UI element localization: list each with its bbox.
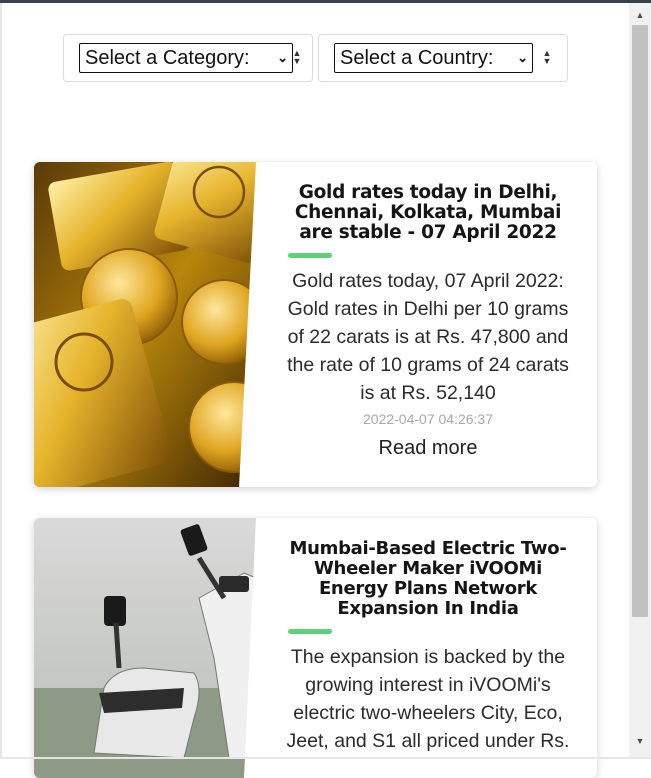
category-select[interactable]: Select a Category: ⌄ — [79, 43, 293, 73]
card-body: Gold rates today in Delhi, Chennai, Kolk… — [280, 162, 576, 460]
scroll-up-arrow-icon[interactable]: ▲ — [629, 5, 651, 25]
title-accent-bar — [288, 629, 332, 634]
chevron-down-icon: ⌄ — [517, 50, 528, 65]
card-image — [34, 162, 256, 487]
card-description: Gold rates today, 07 April 2022: Gold ra… — [287, 270, 569, 404]
card-image — [34, 518, 256, 778]
sort-arrows-icon: ▲ ▼ — [292, 48, 302, 66]
country-filter-box: Select a Country: ⌄ ▲ ▼ — [318, 34, 568, 82]
card-title[interactable]: Gold rates today in Delhi, Chennai, Kolk… — [280, 183, 576, 243]
category-filter-box: Select a Category: ⌄ ▲ ▼ — [63, 34, 313, 82]
country-select[interactable]: Select a Country: ⌄ — [334, 43, 533, 73]
category-select-value: Select a Category: — [85, 47, 250, 69]
news-card[interactable]: Mumbai-Based Electric Two-Wheeler Maker … — [34, 518, 597, 778]
title-accent-bar — [288, 253, 332, 258]
window-top-border — [0, 0, 651, 3]
chevron-down-icon: ⌄ — [277, 50, 288, 65]
country-select-value: Select a Country: — [340, 47, 494, 69]
card-title[interactable]: Mumbai-Based Electric Two-Wheeler Maker … — [280, 539, 576, 619]
card-body: Mumbai-Based Electric Two-Wheeler Maker … — [280, 518, 576, 755]
sort-arrows-icon: ▲ ▼ — [542, 48, 552, 66]
read-more-link[interactable]: Read more — [379, 437, 478, 460]
card-date: 2022-04-07 04:26:37 — [363, 411, 493, 427]
news-card[interactable]: Gold rates today in Delhi, Chennai, Kolk… — [34, 162, 597, 487]
scroll-down-arrow-icon[interactable]: ▼ — [629, 731, 651, 751]
window-left-border — [0, 3, 2, 759]
card-description: The expansion is backed by the growing i… — [286, 646, 570, 752]
scrollbar-thumb[interactable] — [632, 25, 648, 617]
vertical-scrollbar[interactable]: ▲ ▼ — [629, 3, 651, 759]
